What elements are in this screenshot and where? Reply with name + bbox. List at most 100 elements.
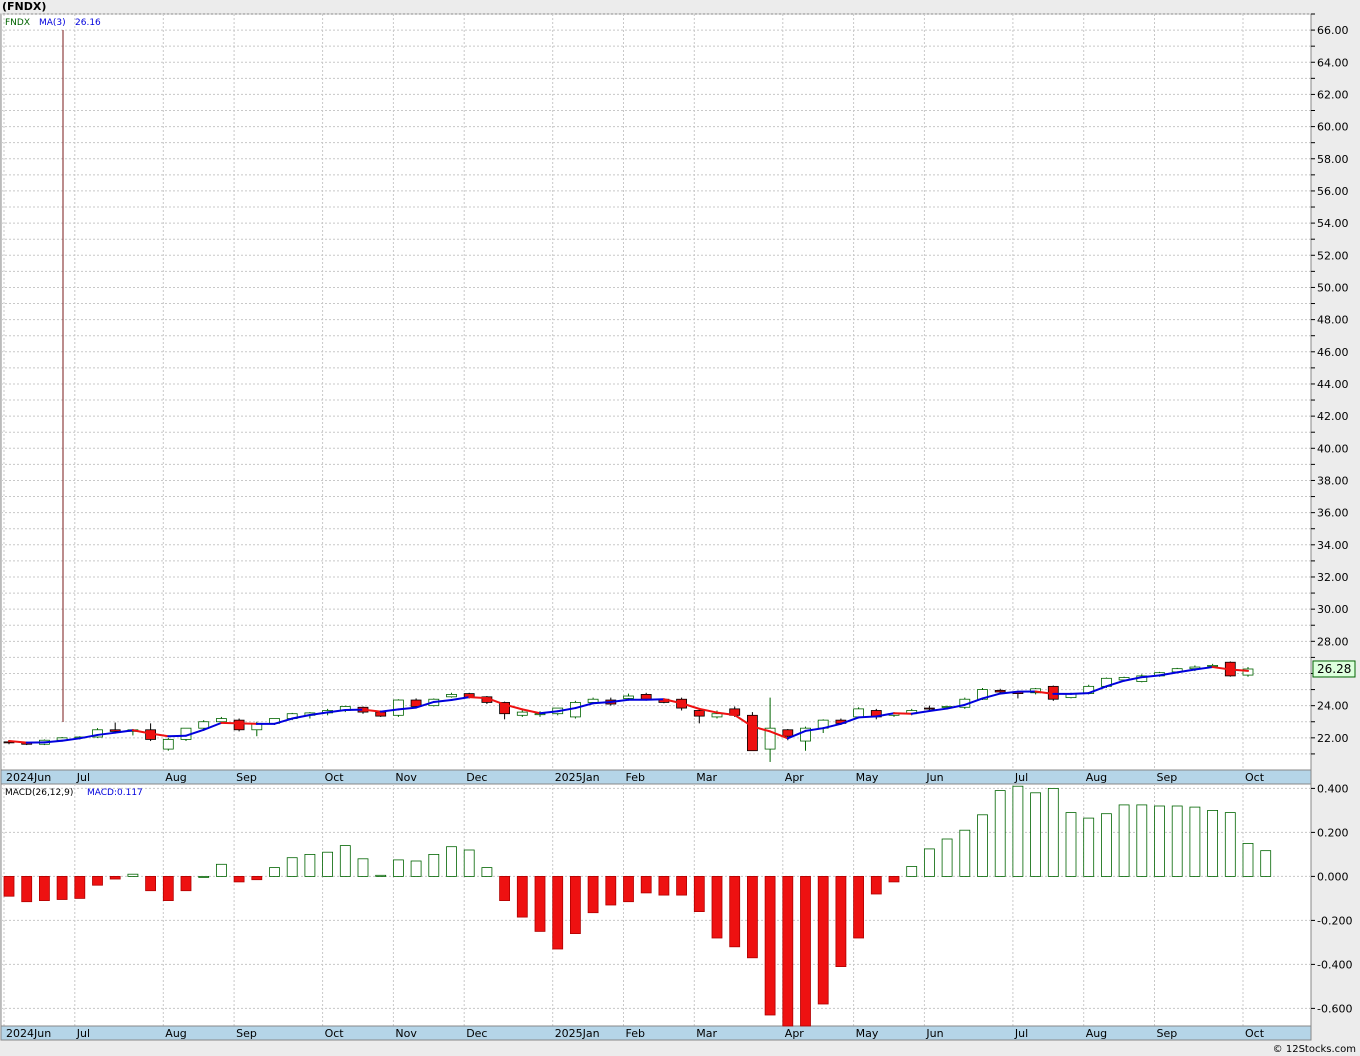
y-tick-label: 58.00 (1317, 153, 1349, 166)
macd-bar (251, 876, 263, 881)
x-tick-label: Aug (165, 1027, 186, 1040)
macd-bar (1154, 805, 1165, 877)
ma3-segment (468, 696, 488, 700)
macd-bar (1118, 804, 1130, 877)
macd-bar (74, 876, 86, 899)
y-tick-label: 60.00 (1317, 121, 1349, 134)
macd-bar (623, 876, 634, 903)
x-tick-label: Feb (626, 771, 645, 784)
macd-bar (959, 829, 971, 877)
x-tick-label: Feb (626, 1027, 645, 1040)
macd-bar (410, 860, 422, 877)
legend-symbol: FNDX (5, 18, 30, 28)
y-tick-label: 64.00 (1317, 56, 1349, 69)
macd-bar (1101, 813, 1112, 877)
candle (162, 737, 174, 751)
y-tick-label: 46.00 (1317, 346, 1349, 359)
ma3-segment (1070, 692, 1090, 695)
macd-bar (92, 876, 103, 886)
y-tick-label: 30.00 (1317, 603, 1349, 616)
macd-legend-name: MACD(26,12,9) (5, 788, 73, 798)
macd-bar (1030, 792, 1041, 877)
macd-date-axis (0, 1025, 1312, 1041)
x-tick-label: Sep (1157, 1027, 1178, 1040)
macd-bar (835, 876, 847, 968)
macd-bar (180, 876, 192, 892)
y-tick-label: 50.00 (1317, 281, 1349, 294)
y-tick-label: 34.00 (1317, 539, 1349, 552)
macd-y-axis: 0.400 0.200 0.000 -0.200 -0.400 -0.600 (1311, 782, 1352, 1015)
macd-bar (463, 849, 475, 877)
y-tick-label: 0.000 (1317, 870, 1349, 883)
macd-bar (339, 845, 351, 877)
x-tick-label: May (856, 771, 879, 784)
x-tick-label: Oct (325, 771, 345, 784)
macd-bar (392, 859, 404, 877)
macd-bar (870, 876, 882, 895)
y-tick-label: 0.200 (1317, 826, 1349, 839)
macd-bar (162, 876, 174, 902)
macd-bar (1171, 805, 1183, 877)
macd-bar (711, 876, 723, 939)
macd-bar (747, 876, 758, 959)
macd-bar (198, 876, 210, 878)
x-tick-label: Dec (466, 771, 487, 784)
site-credit: © 12Stocks.com (1272, 1044, 1356, 1055)
x-tick-label: Nov (395, 771, 417, 784)
macd-bar (640, 876, 652, 894)
macd-bar (127, 873, 139, 877)
x-tick-label: Sep (236, 1027, 257, 1040)
y-tick-label: 52.00 (1317, 249, 1349, 262)
macd-bar (233, 876, 245, 883)
macd-bar (322, 851, 334, 877)
price-y-axis: 66.00 64.00 62.00 60.00 58.00 56.00 54.00 52.00… (1311, 13, 1349, 755)
x-tick-label: Jul (1014, 771, 1028, 784)
price-date-axis (0, 769, 1312, 785)
y-tick-label: 32.00 (1317, 571, 1349, 584)
macd-bar (21, 876, 33, 903)
x-tick-label: Apr (785, 771, 805, 784)
x-tick-label: Oct (1245, 1027, 1265, 1040)
macd-panel (0, 783, 1312, 1027)
macd-bar (1189, 806, 1201, 877)
macd-bar (782, 876, 794, 1027)
macd-bar (428, 854, 440, 877)
macd-bar (924, 848, 935, 877)
y-tick-label: 28.00 (1317, 635, 1349, 648)
macd-bar (1260, 850, 1272, 877)
x-tick-label: Jun (925, 1027, 943, 1040)
macd-bar (215, 863, 227, 877)
macd-bar (3, 876, 15, 897)
chart-canvas: 2024Jun Jul Aug Sep Oct Nov Dec 2025Jan Feb Mar Ap… (0, 13, 1356, 1041)
macd-bar (446, 846, 457, 877)
macd-bar (676, 876, 687, 896)
x-tick-label: Oct (325, 1027, 345, 1040)
y-tick-label: 54.00 (1317, 217, 1349, 230)
ma3-segment (592, 700, 612, 705)
macd-bar (570, 876, 581, 935)
legend-ma: MA(3) (39, 18, 66, 28)
macd-bar (286, 857, 298, 877)
macd-bar (357, 858, 369, 877)
macd-bar (109, 876, 121, 880)
macd-bar (587, 876, 599, 914)
macd-bar (941, 838, 953, 877)
macd-bar (375, 874, 387, 877)
y-tick-label: 56.00 (1317, 185, 1349, 198)
macd-bar (552, 876, 564, 950)
x-tick-label: Jul (1014, 1027, 1028, 1040)
price-panel (0, 13, 1312, 771)
y-tick-label: 66.00 (1317, 24, 1349, 37)
macd-bar (145, 876, 157, 892)
macd-bar (1083, 817, 1095, 877)
macd-bar (1047, 788, 1059, 877)
macd-bar (658, 876, 670, 896)
x-tick-label: Dec (466, 1027, 487, 1040)
macd-bar (534, 876, 546, 932)
y-tick-label: 48.00 (1317, 314, 1349, 327)
x-tick-label: Aug (165, 771, 186, 784)
x-tick-label: 2025Jan (555, 771, 600, 784)
x-tick-label: Jul (76, 1027, 90, 1040)
y-tick-label: 38.00 (1317, 474, 1349, 487)
macd-bar (693, 876, 705, 913)
